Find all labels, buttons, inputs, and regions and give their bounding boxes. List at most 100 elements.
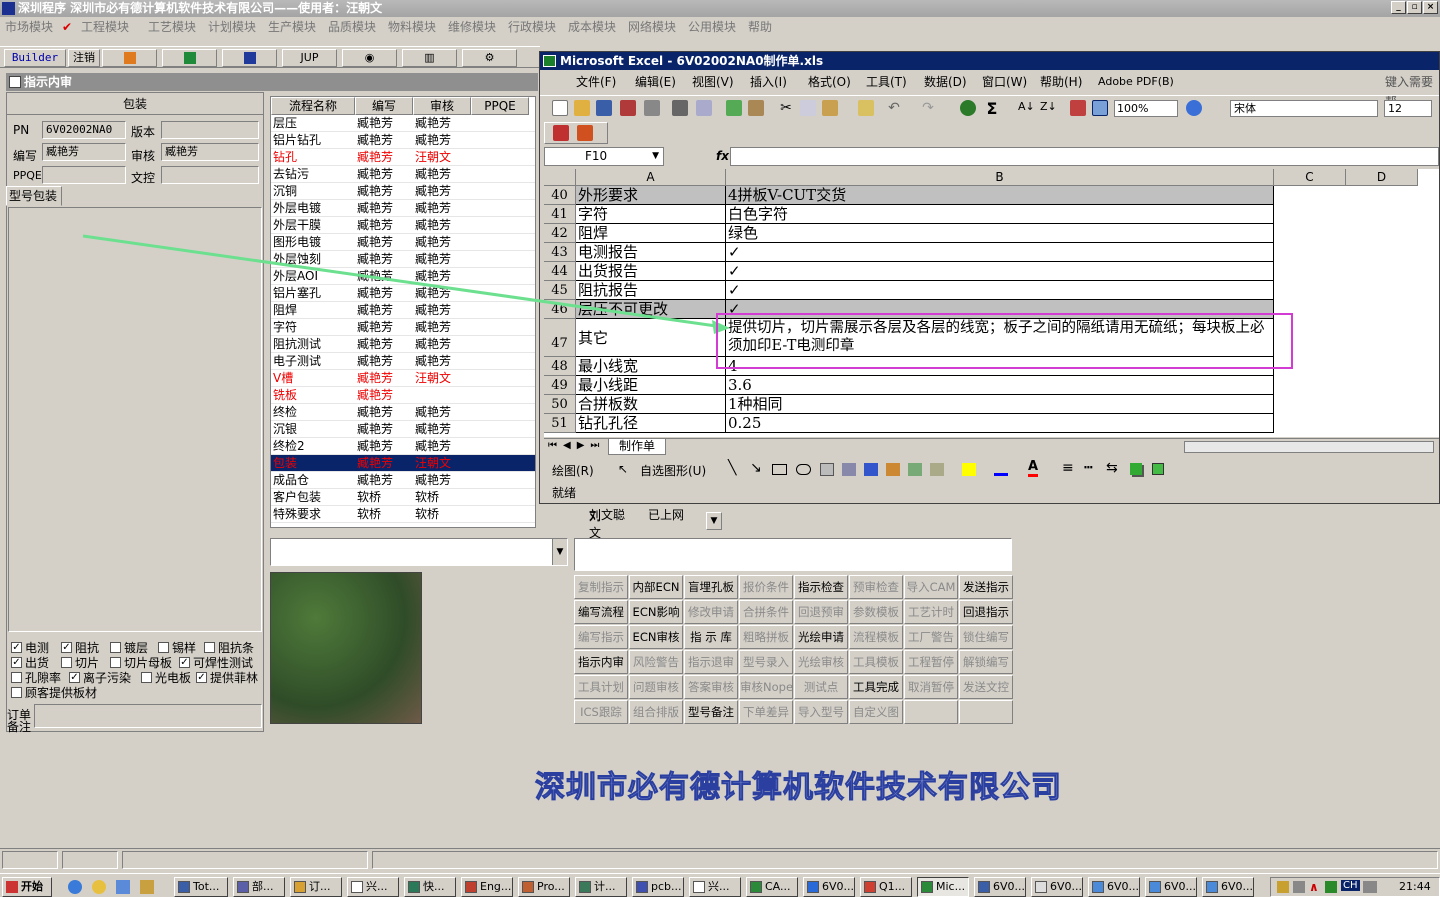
grid-row[interactable]: 阻抗测试 臧艳芳 臧艳芳 bbox=[271, 336, 535, 353]
action-button[interactable]: 内部ECN bbox=[629, 575, 683, 599]
grid-row[interactable]: 钻孔 臧艳芳 汪朝文 bbox=[271, 149, 535, 166]
action-button[interactable]: 指示内审 bbox=[574, 650, 628, 674]
picture-icon[interactable] bbox=[930, 463, 944, 476]
xl-menu-help[interactable]: 帮助(H) bbox=[1040, 72, 1082, 92]
menu-production[interactable]: 生产模块 bbox=[268, 17, 316, 37]
action-button[interactable]: 解锁编写 bbox=[959, 650, 1013, 674]
tray-monitor-icon[interactable] bbox=[1293, 881, 1305, 893]
col-header-d[interactable]: D bbox=[1346, 169, 1418, 186]
database-icon[interactable]: ▥ bbox=[402, 49, 457, 67]
action-button[interactable]: 取消暂停 bbox=[904, 675, 958, 699]
row-header[interactable]: 46 bbox=[544, 300, 576, 319]
checkbox-photo-board[interactable]: 光电板 bbox=[141, 669, 191, 686]
xl-menu-format[interactable]: 格式(O) bbox=[808, 72, 851, 92]
start-button[interactable]: 开始 bbox=[2, 877, 52, 897]
cell-b[interactable]: 4拼板V-CUT交货 bbox=[726, 186, 1274, 205]
grid-row[interactable]: 成品仓 臧艳芳 臧艳芳 bbox=[271, 472, 535, 489]
action-button[interactable]: 测试点 bbox=[794, 675, 848, 699]
menu-maintenance[interactable]: 维修模块 bbox=[448, 17, 496, 37]
grid-row[interactable]: V槽 臧艳芳 汪朝文 bbox=[271, 370, 535, 387]
action-button[interactable]: ICS跟踪 bbox=[574, 700, 628, 724]
paste-icon[interactable] bbox=[822, 100, 838, 116]
action-button[interactable]: 指示退审 bbox=[684, 650, 738, 674]
action-button[interactable]: 工程暂停 bbox=[904, 650, 958, 674]
autoshapes-menu[interactable]: 自选图形(U) bbox=[640, 462, 706, 479]
spelling-icon[interactable] bbox=[726, 100, 742, 116]
taskbar-item[interactable]: 6V0... bbox=[803, 877, 855, 897]
tray-pen-icon[interactable]: ∧ bbox=[1309, 880, 1319, 894]
zoom-select[interactable]: 100% bbox=[1114, 100, 1178, 117]
grid-row[interactable]: 外层AOI 臧艳芳 臧艳芳 bbox=[271, 268, 535, 285]
new-icon[interactable] bbox=[552, 100, 568, 116]
taskbar-item[interactable]: 兴... bbox=[689, 877, 741, 897]
autosum-icon[interactable]: Σ bbox=[984, 99, 1000, 118]
menu-common[interactable]: 公用模块 bbox=[688, 17, 736, 37]
grid-row[interactable]: 终检 臧艳芳 臧艳芳 bbox=[271, 404, 535, 421]
minimize-button[interactable]: _ bbox=[1391, 1, 1406, 14]
formula-bar[interactable] bbox=[730, 147, 1439, 166]
action-button[interactable]: 光绘审核 bbox=[794, 650, 848, 674]
taskbar-item[interactable]: 计... bbox=[575, 877, 627, 897]
grid-header-name[interactable]: 流程名称 bbox=[271, 97, 355, 115]
grid-row[interactable]: 包装 臧艳芳 汪朝文 bbox=[271, 455, 535, 472]
action-button[interactable]: 预审检查 bbox=[849, 575, 903, 599]
cell-b[interactable]: 绿色 bbox=[726, 224, 1274, 243]
diagram-icon[interactable] bbox=[886, 463, 900, 476]
menu-material[interactable]: 物料模块 bbox=[388, 17, 436, 37]
clipart-icon[interactable] bbox=[908, 463, 922, 476]
row-header[interactable]: 48 bbox=[544, 357, 576, 376]
3d-icon[interactable] bbox=[1152, 463, 1164, 475]
grid-row[interactable]: 外层蚀刻 臧艳芳 臧艳芳 bbox=[271, 251, 535, 268]
line-style-icon[interactable]: ≡ bbox=[1062, 460, 1074, 476]
taskbar-item[interactable]: 6V0... bbox=[974, 877, 1026, 897]
action-button[interactable]: 合拼条件 bbox=[739, 600, 793, 624]
row-header[interactable]: 42 bbox=[544, 224, 576, 243]
action-button[interactable]: 工具完成 bbox=[849, 675, 903, 699]
left-select[interactable]: ▼ bbox=[270, 538, 568, 566]
doc-control-field[interactable] bbox=[161, 166, 259, 184]
fill-color-icon[interactable] bbox=[962, 463, 976, 476]
draw-menu[interactable]: 绘图(R) bbox=[552, 462, 594, 479]
menu-quality[interactable]: 品质模块 bbox=[328, 17, 376, 37]
tray-network-icon[interactable] bbox=[1325, 881, 1337, 893]
dash-style-icon[interactable]: ┅ bbox=[1084, 460, 1092, 476]
grid-row[interactable]: 字符 臧艳芳 臧艳芳 bbox=[271, 319, 535, 336]
builder-button[interactable]: Builder bbox=[4, 49, 66, 67]
action-button[interactable]: 光绘申请 bbox=[794, 625, 848, 649]
name-box[interactable]: F10 ▼ bbox=[544, 147, 664, 166]
cell-b[interactable]: 4 bbox=[726, 357, 1274, 376]
jup-button[interactable]: JUP bbox=[282, 49, 337, 67]
cell-a[interactable]: 最小线宽 bbox=[576, 357, 726, 376]
checkbox-customer-material[interactable]: 顾客提供板材 bbox=[11, 684, 97, 701]
ppqe-field[interactable] bbox=[42, 166, 126, 184]
action-button[interactable]: 组合排版 bbox=[629, 700, 683, 724]
cell-a[interactable]: 钻孔孔径 bbox=[576, 414, 726, 433]
menu-process[interactable]: 工艺模块 bbox=[148, 17, 196, 37]
grid-row[interactable]: 客户包装 软桥 软桥 bbox=[271, 489, 535, 506]
chevron-down-icon[interactable]: ▼ bbox=[552, 539, 567, 565]
grid-row[interactable]: 阻焊 臧艳芳 臧艳芳 bbox=[271, 302, 535, 319]
row-header[interactable]: 44 bbox=[544, 262, 576, 281]
order-remark-field[interactable] bbox=[34, 704, 262, 728]
action-button[interactable]: 盲埋孔板 bbox=[684, 575, 738, 599]
font-color-icon[interactable]: A bbox=[1028, 459, 1039, 477]
cell-b[interactable]: ✓ bbox=[726, 243, 1274, 262]
grid-row[interactable]: 图形电镀 臧艳芳 臧艳芳 bbox=[271, 234, 535, 251]
action-button[interactable]: ECN影响 bbox=[629, 600, 683, 624]
grid-row[interactable]: 铝片钻孔 臧艳芳 臧艳芳 bbox=[271, 132, 535, 149]
grid-row[interactable]: 沉铜 臧艳芳 臧艳芳 bbox=[271, 183, 535, 200]
permission-icon[interactable] bbox=[620, 100, 636, 116]
taskbar-item[interactable]: CA... bbox=[746, 877, 798, 897]
hyperlink-icon[interactable] bbox=[960, 100, 976, 116]
xl-menu-pdf[interactable]: Adobe PDF(B) bbox=[1098, 72, 1174, 92]
wordart-icon[interactable] bbox=[864, 463, 878, 476]
arrow-style-icon[interactable]: ⇆ bbox=[1106, 460, 1118, 476]
pn-field[interactable]: 6V02002NA0 bbox=[42, 121, 126, 139]
tab-model-package[interactable]: 型号包装 bbox=[6, 186, 62, 206]
email-icon[interactable] bbox=[644, 100, 660, 116]
sort-asc-icon[interactable]: A↓ bbox=[1018, 100, 1035, 116]
sort-desc-icon[interactable]: Z↓ bbox=[1040, 100, 1057, 116]
cell-b[interactable]: 0.25 bbox=[726, 414, 1274, 433]
action-button[interactable]: 风险警告 bbox=[629, 650, 683, 674]
action-button[interactable]: 导入CAM bbox=[904, 575, 958, 599]
